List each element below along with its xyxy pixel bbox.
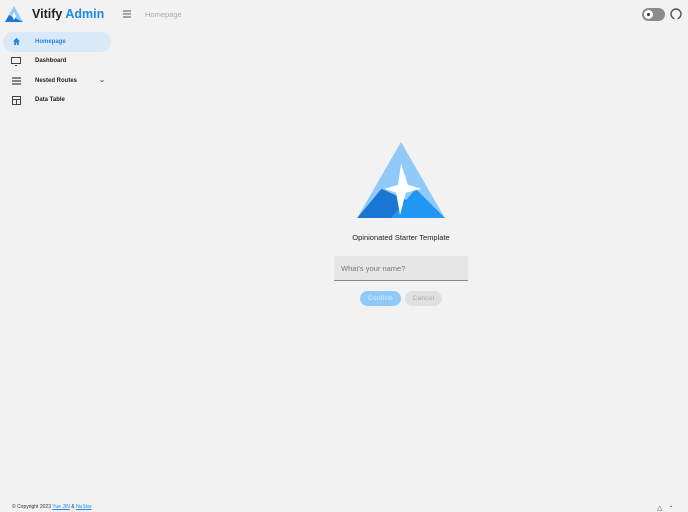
sidebar-item-nested-routes[interactable]: Nested Routes ⌄ — [3, 71, 111, 91]
sidebar-item-label: Nested Routes — [35, 77, 78, 84]
sidebar-item-label: Data Table — [35, 97, 65, 104]
list-icon — [11, 76, 21, 86]
brand-suffix: Admin — [65, 7, 105, 21]
brand-name: Vitify — [32, 7, 63, 21]
theme-toggle[interactable] — [642, 8, 665, 21]
sidebar-item-label: Homepage — [35, 38, 66, 45]
copyright-text: © Copyright 2023 — [12, 504, 51, 510]
tagline: Opinionated Starter Template — [352, 233, 450, 242]
vitify-logo-icon — [357, 142, 445, 219]
menu-icon[interactable] — [122, 9, 132, 19]
monitor-dashboard-icon — [11, 56, 21, 66]
palette-icon[interactable]: ◔ — [668, 504, 672, 512]
logo-icon — [5, 6, 23, 22]
author-link-nustar[interactable]: NuStar — [76, 504, 92, 510]
sidebar-item-dashboard[interactable]: Dashboard — [3, 52, 111, 72]
author-link-yue-jin[interactable]: Yue JIN — [52, 504, 70, 510]
cancel-button[interactable]: Cancel — [405, 291, 442, 306]
app-title: Vitify Admin — [32, 7, 104, 21]
sidebar-item-label: Dashboard — [35, 58, 67, 65]
app-bar: Vitify Admin Homepage — [0, 0, 688, 30]
breadcrumb: Homepage — [145, 10, 182, 19]
github-icon[interactable] — [670, 8, 682, 20]
bell-icon[interactable]: △ — [657, 504, 662, 512]
footer: © Copyright 2023 Yue JIN & NuStar — [12, 504, 92, 510]
table-icon — [11, 95, 21, 105]
sidebar-item-data-table[interactable]: Data Table — [3, 91, 111, 111]
ampersand: & — [71, 504, 75, 510]
sidebar-item-homepage[interactable]: Homepage — [3, 32, 111, 52]
confirm-button[interactable]: Confirm — [360, 291, 401, 306]
chevron-down-icon[interactable]: ⌄ — [99, 76, 105, 84]
home-icon — [11, 37, 21, 47]
name-input[interactable]: What's your name? — [334, 256, 468, 281]
home-content: Opinionated Starter Template What's your… — [334, 142, 468, 306]
sidebar: Homepage Dashboard Nested Routes ⌄ Data T… — [0, 32, 114, 110]
